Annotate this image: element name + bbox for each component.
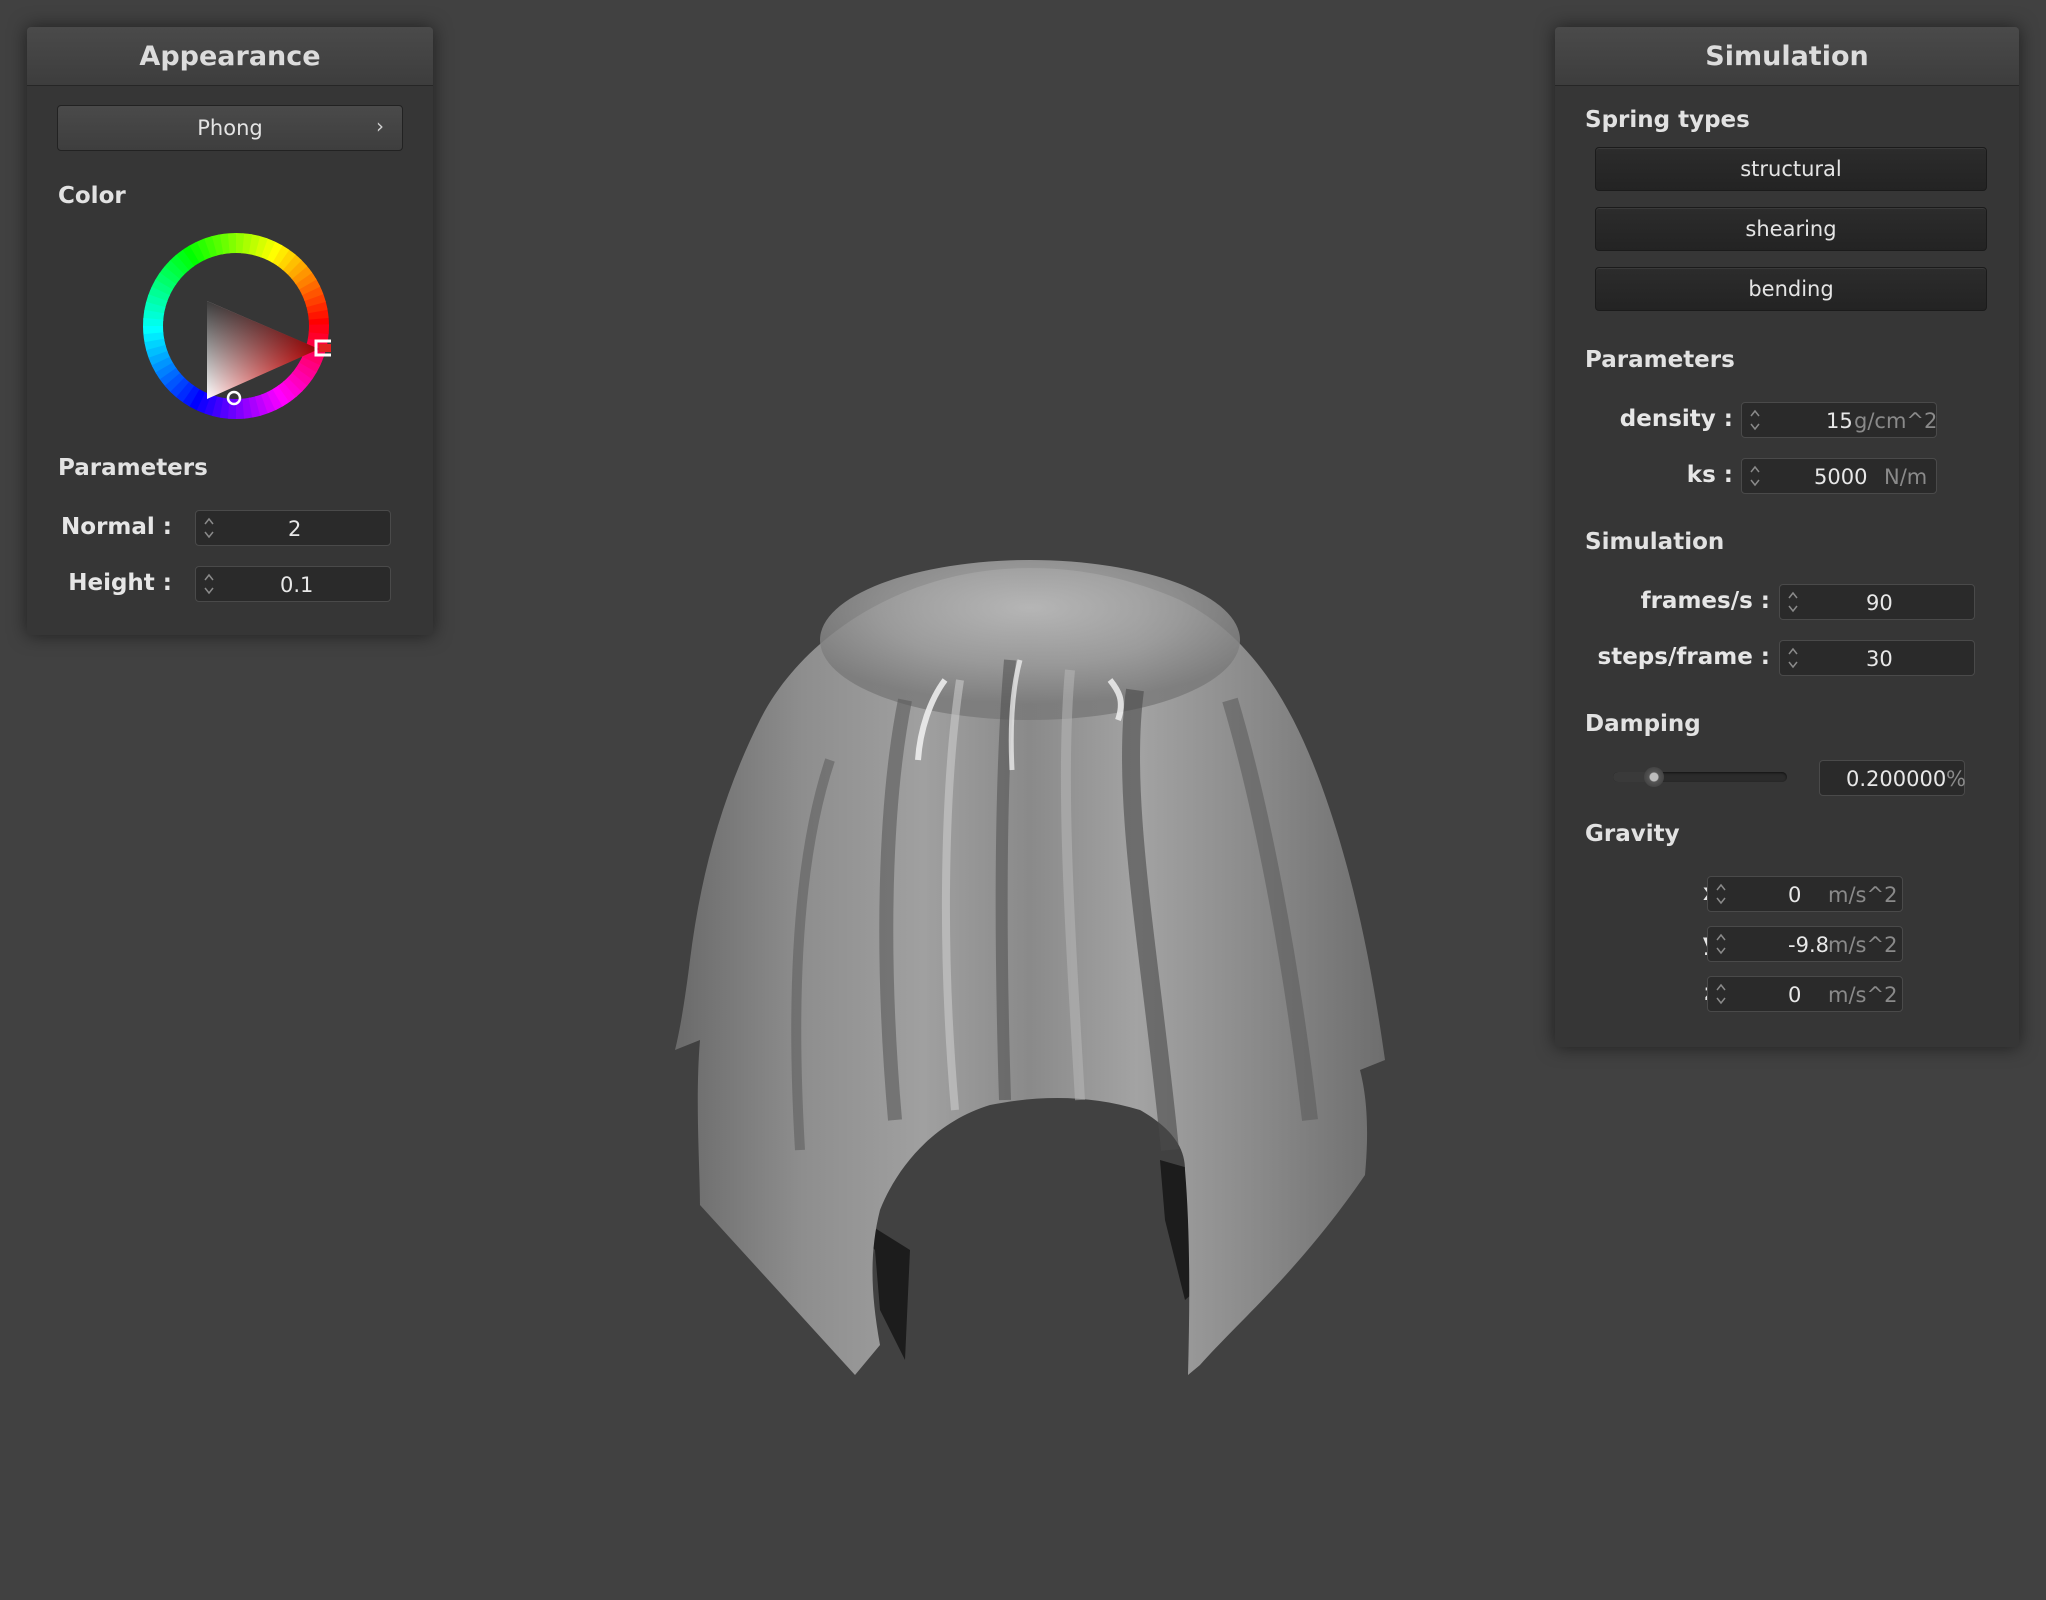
simulation-parameters-label: Parameters <box>1585 347 1735 373</box>
fps-label: frames/s : <box>1640 588 1770 614</box>
color-label: Color <box>58 183 126 209</box>
simulation-section-label: Simulation <box>1585 529 1725 555</box>
spinner-arrows-icon[interactable] <box>1748 405 1762 435</box>
spinner-arrows-icon[interactable] <box>1714 979 1728 1009</box>
fps-input[interactable]: 90 <box>1779 584 1975 620</box>
shearing-button[interactable]: shearing <box>1595 207 1987 251</box>
gravity-z-value: 0 <box>1788 983 1802 1007</box>
shader-select[interactable]: Phong › <box>57 105 403 151</box>
ks-unit: N/m <box>1884 465 1928 489</box>
structural-button[interactable]: structural <box>1595 147 1987 191</box>
steps-input[interactable]: 30 <box>1779 640 1975 676</box>
shader-select-value: Phong <box>197 116 263 140</box>
gravity-y-unit: m/s^2 <box>1828 933 1898 957</box>
spinner-arrows-icon[interactable] <box>1748 461 1762 491</box>
color-wheel[interactable] <box>141 231 331 421</box>
gravity-x-input[interactable]: 0 m/s^2 <box>1707 876 1903 912</box>
gravity-y-value: -9.8 <box>1788 933 1829 957</box>
normal-value: 2 <box>288 517 302 541</box>
damping-slider-handle[interactable] <box>1643 767 1664 787</box>
spinner-arrows-icon[interactable] <box>1786 643 1800 673</box>
appearance-parameters-label: Parameters <box>58 455 208 481</box>
appearance-panel-title[interactable]: Appearance <box>27 27 433 86</box>
spinner-arrows-icon[interactable] <box>1714 879 1728 909</box>
spinner-arrows-icon[interactable] <box>202 513 216 543</box>
spring-types-label: Spring types <box>1585 107 1750 133</box>
steps-label: steps/frame : <box>1597 644 1770 670</box>
gravity-z-unit: m/s^2 <box>1828 983 1898 1007</box>
ks-input[interactable]: 5000 N/m <box>1741 458 1937 494</box>
spinner-arrows-icon[interactable] <box>202 569 216 599</box>
spinner-arrows-icon[interactable] <box>1786 587 1800 617</box>
density-label: density : <box>1619 406 1733 432</box>
gravity-z-input[interactable]: 0 m/s^2 <box>1707 976 1903 1012</box>
height-label: Height : <box>68 570 172 596</box>
bending-button[interactable]: bending <box>1595 267 1987 311</box>
density-value: 15 <box>1826 409 1853 433</box>
damping-input[interactable]: 0.200000 % <box>1819 760 1966 796</box>
normal-label: Normal : <box>61 514 172 540</box>
damping-label: Damping <box>1585 711 1701 737</box>
height-value: 0.1 <box>280 573 314 597</box>
fps-value: 90 <box>1866 591 1893 615</box>
chevron-right-icon: › <box>376 114 384 138</box>
ks-label: ks : <box>1686 462 1733 488</box>
density-input[interactable]: 15 g/cm^2 <box>1741 402 1937 438</box>
damping-slider[interactable] <box>1613 767 1787 787</box>
damping-unit: % <box>1946 767 1966 791</box>
spinner-arrows-icon[interactable] <box>1714 929 1728 959</box>
gravity-y-input[interactable]: -9.8 m/s^2 <box>1707 926 1903 962</box>
damping-value: 0.200000 <box>1846 767 1947 791</box>
normal-input[interactable]: 2 <box>195 510 391 546</box>
appearance-panel: Appearance Phong › Color Parameters Norm… <box>27 27 433 635</box>
steps-value: 30 <box>1866 647 1893 671</box>
simulation-panel: Simulation Spring types structural shear… <box>1555 27 2019 1047</box>
ks-value: 5000 <box>1814 465 1868 489</box>
gravity-x-unit: m/s^2 <box>1828 883 1898 907</box>
simulation-panel-title[interactable]: Simulation <box>1555 27 2019 86</box>
gravity-x-value: 0 <box>1788 883 1802 907</box>
gravity-label: Gravity <box>1585 821 1680 847</box>
density-unit: g/cm^2 <box>1854 409 1938 433</box>
height-input[interactable]: 0.1 <box>195 566 391 602</box>
